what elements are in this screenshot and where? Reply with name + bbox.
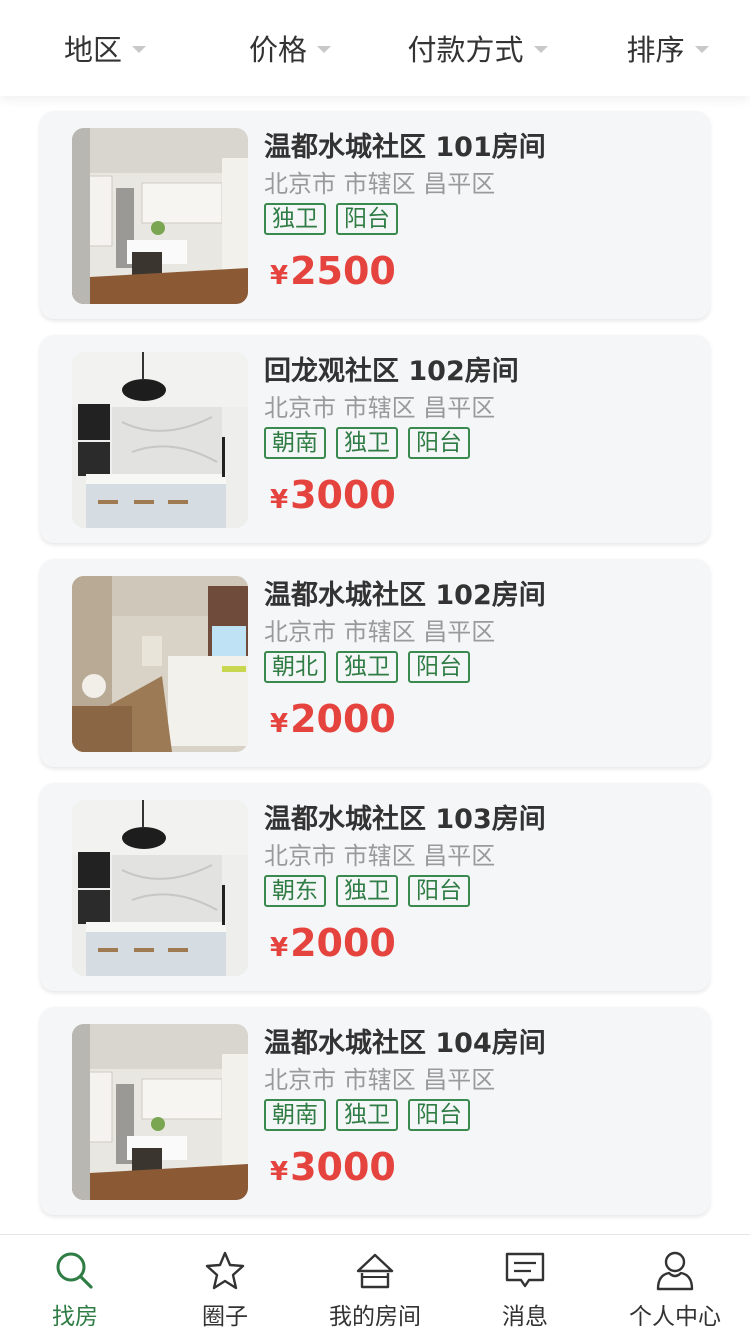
listing-price: ¥ 2000 bbox=[264, 921, 684, 965]
filter-price[interactable]: 价格 bbox=[210, 0, 370, 96]
listing-address: 北京市 市辖区 昌平区 bbox=[264, 170, 496, 198]
currency-symbol: ¥ bbox=[270, 261, 289, 291]
listing-tags: 朝东 独卫 阳台 bbox=[264, 875, 684, 909]
caret-down-icon bbox=[132, 45, 146, 53]
search-icon bbox=[56, 1252, 93, 1289]
listing-tag: 阳台 bbox=[336, 203, 398, 235]
user-icon bbox=[656, 1251, 694, 1291]
filter-bar: 地区 价格 付款方式 排序 bbox=[0, 0, 750, 96]
price-amount: 3000 bbox=[290, 473, 396, 517]
listing-card[interactable]: 温都水城社区 102房间 北京市 市辖区 昌平区 朝北 独卫 阳台 ¥ 2000 bbox=[40, 559, 710, 767]
listing-title: 温都水城社区 102房间 bbox=[264, 580, 546, 611]
listing-card[interactable]: 温都水城社区 103房间 北京市 市辖区 昌平区 朝东 独卫 阳台 ¥ 2000 bbox=[40, 783, 710, 991]
listing-photo bbox=[72, 352, 248, 528]
listing-tag: 独卫 bbox=[336, 427, 398, 459]
listing-tag: 阳台 bbox=[408, 651, 470, 683]
listing-address: 北京市 市辖区 昌平区 bbox=[264, 1066, 496, 1094]
listing-tag: 朝南 bbox=[264, 427, 326, 459]
listing-title: 温都水城社区 101房间 bbox=[264, 132, 546, 163]
listing-tag: 独卫 bbox=[264, 203, 326, 235]
listing-tag: 朝南 bbox=[264, 1099, 326, 1131]
price-amount: 2500 bbox=[290, 249, 396, 293]
price-amount: 2000 bbox=[290, 697, 396, 741]
listing-price: ¥ 2000 bbox=[264, 697, 684, 741]
filter-region[interactable]: 地区 bbox=[0, 0, 210, 96]
listing-photo bbox=[72, 128, 248, 304]
price-amount: 3000 bbox=[290, 1145, 396, 1189]
home-icon bbox=[356, 1253, 394, 1289]
currency-symbol: ¥ bbox=[270, 933, 289, 963]
listing-card[interactable]: 温都水城社区 101房间 北京市 市辖区 昌平区 独卫 阳台 ¥ 2500 bbox=[40, 111, 710, 319]
listing-title: 温都水城社区 103房间 bbox=[264, 804, 546, 835]
listing-card[interactable]: 回龙观社区 102房间 北京市 市辖区 昌平区 朝南 独卫 阳台 ¥ 3000 bbox=[40, 335, 710, 543]
filter-label: 付款方式 bbox=[407, 33, 524, 67]
listing-tag: 朝北 bbox=[264, 651, 326, 683]
listing-tag: 阳台 bbox=[408, 427, 470, 459]
listing-tag: 独卫 bbox=[336, 651, 398, 683]
star-icon bbox=[205, 1251, 245, 1290]
listing-price: ¥ 3000 bbox=[264, 1145, 684, 1189]
currency-symbol: ¥ bbox=[270, 1157, 289, 1187]
listing-tag: 阳台 bbox=[408, 1099, 470, 1131]
filter-sort[interactable]: 排序 bbox=[585, 0, 750, 96]
message-icon bbox=[505, 1252, 545, 1288]
listing-tags: 独卫 阳台 bbox=[264, 203, 684, 237]
listing-photo bbox=[72, 800, 248, 976]
listing-tag: 独卫 bbox=[336, 875, 398, 907]
listing-photo bbox=[72, 576, 248, 752]
listing-tags: 朝北 独卫 阳台 bbox=[264, 651, 684, 685]
tab-label: 个人中心 bbox=[629, 1304, 721, 1330]
listing-address: 北京市 市辖区 昌平区 bbox=[264, 618, 496, 646]
listing-title: 回龙观社区 102房间 bbox=[264, 356, 519, 387]
listing-tag: 朝东 bbox=[264, 875, 326, 907]
listing-address: 北京市 市辖区 昌平区 bbox=[264, 394, 496, 422]
tab-profile[interactable]: 个人中心 bbox=[600, 1235, 750, 1335]
listing-title: 温都水城社区 104房间 bbox=[264, 1028, 546, 1059]
listing-tag: 阳台 bbox=[408, 875, 470, 907]
currency-symbol: ¥ bbox=[270, 709, 289, 739]
filter-payment[interactable]: 付款方式 bbox=[370, 0, 585, 96]
listing-photo bbox=[72, 1024, 248, 1200]
tab-my-room[interactable]: 我的房间 bbox=[300, 1235, 450, 1335]
tab-circle[interactable]: 圈子 bbox=[150, 1235, 300, 1335]
listing-address: 北京市 市辖区 昌平区 bbox=[264, 842, 496, 870]
listing-tags: 朝南 独卫 阳台 bbox=[264, 1099, 684, 1133]
tab-find-room[interactable]: 找房 bbox=[0, 1235, 150, 1335]
tab-messages[interactable]: 消息 bbox=[450, 1235, 600, 1335]
currency-symbol: ¥ bbox=[270, 485, 289, 515]
filter-label: 排序 bbox=[626, 33, 685, 67]
bottom-tab-bar: 找房 圈子 我的房间 消息 个人中心 bbox=[0, 1234, 750, 1335]
caret-down-icon bbox=[533, 45, 548, 53]
listing-price: ¥ 2500 bbox=[264, 249, 684, 293]
tab-label: 找房 bbox=[52, 1304, 98, 1330]
listing-card[interactable]: 温都水城社区 104房间 北京市 市辖区 昌平区 朝南 独卫 阳台 ¥ 3000 bbox=[40, 1007, 710, 1215]
filter-label: 价格 bbox=[248, 33, 307, 67]
tab-label: 圈子 bbox=[202, 1304, 248, 1330]
caret-down-icon bbox=[694, 45, 709, 53]
listing-list: 温都水城社区 101房间 北京市 市辖区 昌平区 独卫 阳台 ¥ 2500 回龙… bbox=[40, 111, 710, 1231]
filter-label: 地区 bbox=[63, 33, 122, 67]
listing-tag: 独卫 bbox=[336, 1099, 398, 1131]
caret-down-icon bbox=[317, 45, 331, 53]
listing-tags: 朝南 独卫 阳台 bbox=[264, 427, 684, 461]
listing-price: ¥ 3000 bbox=[264, 473, 684, 517]
price-amount: 2000 bbox=[290, 921, 396, 965]
tab-label: 消息 bbox=[502, 1304, 548, 1330]
tab-label: 我的房间 bbox=[329, 1304, 421, 1330]
